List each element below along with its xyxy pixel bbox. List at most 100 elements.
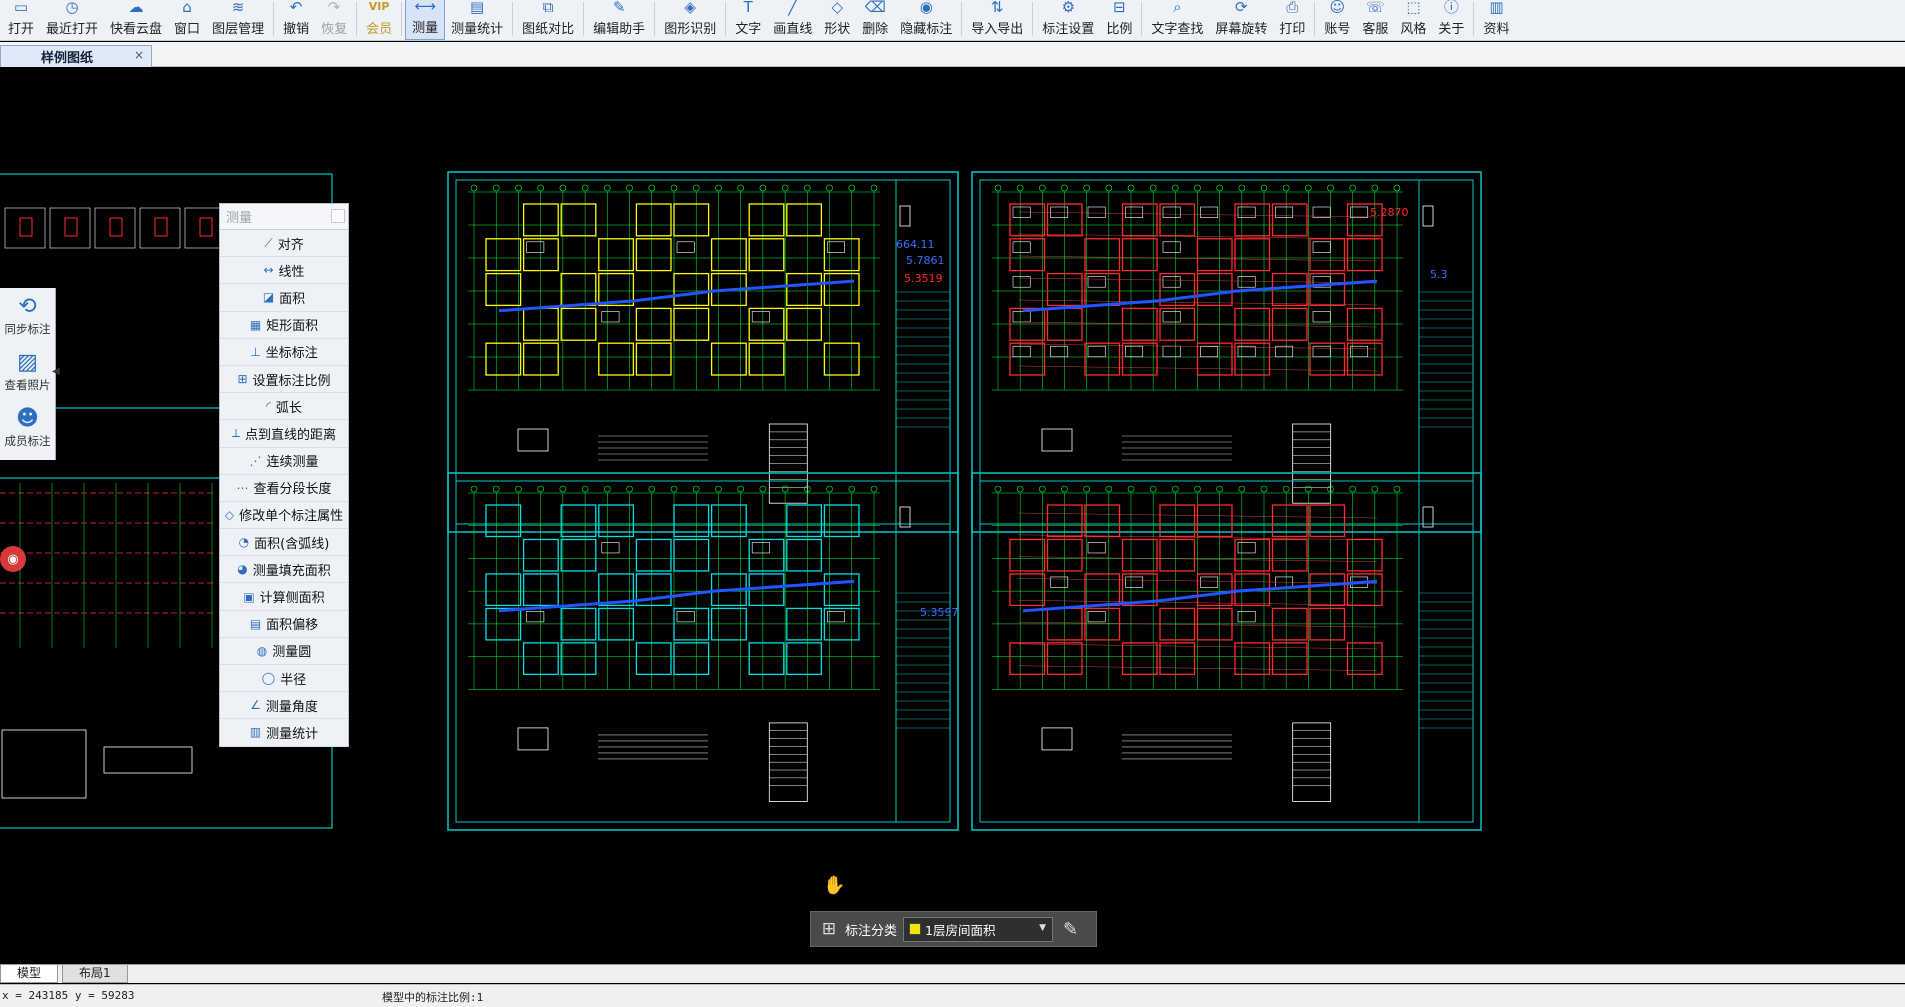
collapse-arrow-icon[interactable]: ◀ (52, 366, 62, 386)
toolbar-button-label: 隐藏标注 (900, 22, 953, 37)
toolbar-button-16[interactable]: ⌫ 删除 (856, 0, 894, 40)
axis-bubble (994, 485, 1002, 493)
room-outline (1009, 342, 1046, 376)
toolbar-button-1[interactable]: ◷ 最近打开 (40, 0, 104, 40)
measure-tool-item[interactable]: ⋯ 查看分段长度 (220, 475, 348, 502)
toolbar-button-23[interactable]: ⎙ 打印 (1273, 0, 1311, 40)
toolbar-button-2[interactable]: ☁ 快看云盘 (104, 0, 168, 40)
furniture (1237, 611, 1256, 623)
toolbar-button-label: 快看云盘 (110, 22, 163, 37)
room-outline (710, 342, 747, 376)
axis-bubble (470, 485, 478, 493)
measure-tool-item[interactable]: ⋰ 连续测量 (220, 448, 348, 475)
measure-tool-item[interactable]: ∠ 测量角度 (220, 692, 348, 720)
measure-tool-item[interactable]: ◜ 弧长 (220, 393, 348, 421)
toolbar-button-9[interactable]: ▤ 测量统计 (445, 0, 509, 40)
toolbar-button-12[interactable]: ◈ 图形识别 (658, 0, 722, 40)
furniture (1237, 345, 1256, 358)
measure-tool-item[interactable]: ◕ 测量填充面积 (220, 556, 348, 584)
measure-tool-item[interactable]: ▤ 面积偏移 (220, 611, 348, 638)
furniture (1087, 542, 1106, 554)
toolbar-button-18[interactable]: ⇅ 导入导出 (965, 0, 1029, 40)
toolbar-button-19[interactable]: ⚙ 标注设置 (1036, 0, 1100, 40)
axis-bubble (626, 485, 633, 493)
measure-tool-item[interactable]: ▦ 矩形面积 (220, 312, 348, 339)
measure-tool-label: 矩形面积 (266, 319, 319, 335)
toolbar-button-0[interactable]: ▭ 打开 (2, 0, 40, 40)
measure-tool-item[interactable]: ⟋ 对齐 (220, 230, 348, 258)
panel-close-icon[interactable] (331, 209, 345, 223)
furniture (1275, 206, 1294, 218)
modify-icon: ◇ (224, 507, 235, 522)
measure-tool-item[interactable]: ⊥ 坐标标注 (220, 339, 348, 366)
document-tab[interactable]: 样例图纸 × (0, 45, 152, 67)
axis-bubble (1016, 184, 1024, 192)
toolbar-button-26[interactable]: ⬚ 风格 (1394, 0, 1432, 40)
room-outline (1309, 238, 1346, 272)
tab-model[interactable]: 模型 (0, 965, 59, 983)
toolbar-button-15[interactable]: ◇ 形状 (818, 0, 856, 40)
edit-icon[interactable]: ✎ (1063, 919, 1078, 940)
toolbar-button-17[interactable]: ◉ 隐藏标注 (894, 0, 958, 40)
toolbar-button-11[interactable]: ✎ 编辑助手 (587, 0, 651, 40)
room-outline (1009, 203, 1046, 237)
axis-bubble (781, 184, 789, 192)
axis-bubble (1260, 485, 1268, 493)
measure-tool-item[interactable]: ◔ 面积(含弧线) (220, 529, 348, 557)
measure-tool-item[interactable]: ◯ 半径 (220, 665, 348, 693)
tab-layout1[interactable]: 布局1 (62, 965, 128, 983)
measure-tool-label: 测量填充面积 (252, 563, 331, 579)
toolbar-button-13[interactable]: T 文字 (729, 0, 767, 40)
room-outline (1121, 642, 1158, 676)
annotation-category-select[interactable]: 1层房间面积 ▼ (903, 916, 1054, 942)
measure-tool-item[interactable]: ◪ 面积 (220, 284, 348, 312)
measure-tool-item[interactable]: ↔ 线性 (220, 257, 348, 285)
detail-cell (49, 207, 91, 249)
axis-bubble (994, 184, 1002, 192)
toolbar-button-20[interactable]: ⊟ 比例 (1100, 0, 1138, 40)
toolbar-button-27[interactable]: ⓘ 关于 (1432, 0, 1470, 40)
toolbar-button-14[interactable]: ╱ 画直线 (767, 0, 818, 40)
room-outline (1009, 642, 1046, 676)
toolbar-button-21[interactable]: ⌕ 文字查找 (1145, 0, 1209, 40)
toolbar-button-10[interactable]: ⧉ 图纸对比 (516, 0, 580, 40)
shape-recognize-icon: ◈ (684, 0, 696, 16)
measure-tool-item[interactable]: ◍ 测量圆 (220, 638, 348, 665)
cursor-coordinates: x = 243185 y = 59283 (2, 989, 135, 1002)
toolbar-button-28[interactable]: ▥ 资料 (1477, 0, 1515, 40)
measure-tool-item[interactable]: ▥ 测量统计 (220, 719, 348, 747)
toolbar-button-25[interactable]: ☏ 客服 (1356, 0, 1394, 40)
toolbar-separator (356, 2, 358, 36)
axis-bubble (1282, 184, 1290, 192)
toolbar-button-4[interactable]: ≋ 图层管理 (206, 0, 270, 40)
area-icon: ◪ (262, 290, 275, 305)
toolbar-button-22[interactable]: ⟳ 屏幕旋转 (1209, 0, 1273, 40)
close-icon[interactable]: × (134, 48, 144, 62)
side-area-icon: ▣ (243, 589, 255, 604)
toolbar-button-3[interactable]: ⌂ 窗口 (168, 0, 206, 40)
toolbar-button-5[interactable]: ↶ 撤销 (277, 0, 315, 40)
circle-icon: ◍ (256, 643, 268, 658)
toolbar-button-8[interactable]: ⟷ 测量 (405, 0, 446, 40)
side-tool-0[interactable]: ⟲ 同步标注 (0, 288, 55, 344)
side-tool-2[interactable]: ☻ 成员标注 (0, 400, 55, 456)
axis-bubble (1349, 485, 1356, 493)
room-outline (635, 538, 672, 572)
side-tool-label: 同步标注 (4, 322, 51, 336)
side-tool-1[interactable]: ▨ 查看照片 (0, 344, 55, 400)
room-outline (748, 203, 785, 237)
furniture (1087, 206, 1106, 218)
room-outline (673, 203, 710, 237)
measure-label: 5.3 (1430, 268, 1448, 281)
measure-tool-item[interactable]: ▣ 计算侧面积 (220, 583, 348, 611)
camera-icon[interactable]: ◉ (0, 546, 26, 572)
grid-icon[interactable]: ⊞ (816, 919, 842, 939)
measure-tool-item[interactable]: ⊞ 设置标注比例 (220, 366, 348, 394)
measure-tool-item[interactable]: ◇ 修改单个标注属性 (220, 502, 348, 530)
toolbar-button-7[interactable]: VIP 会员 (360, 0, 398, 40)
toolbar-button-6[interactable]: ↷ 恢复 (315, 0, 353, 40)
toolbar-button-24[interactable]: ☺ 账号 (1318, 0, 1356, 40)
fill-area-icon: ◕ (237, 562, 248, 577)
axis-bubble (1327, 184, 1334, 192)
measure-tool-item[interactable]: ⟂ 点到直线的距离 (220, 420, 348, 448)
